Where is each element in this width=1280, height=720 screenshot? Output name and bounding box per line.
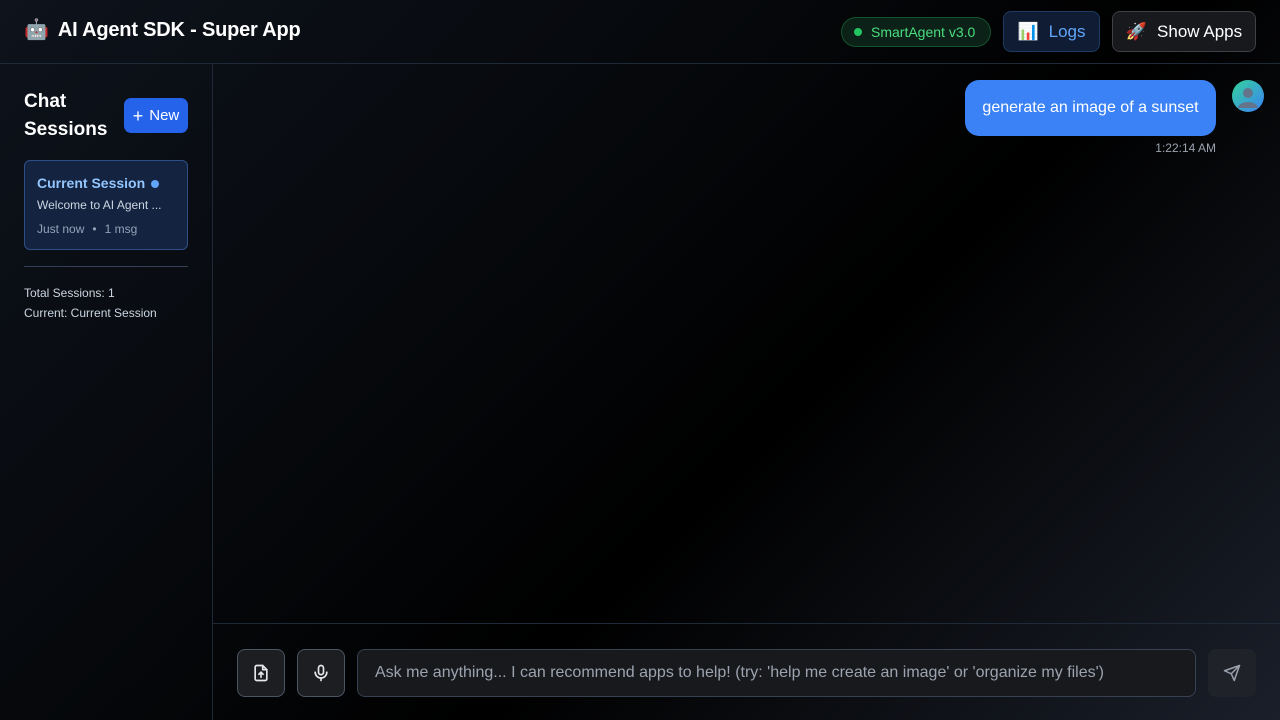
app-title: 🤖 AI Agent SDK - Super App xyxy=(24,18,301,42)
session-name: Current Session xyxy=(37,175,146,191)
voice-input-button[interactable] xyxy=(297,649,345,697)
active-dot-icon xyxy=(151,180,159,188)
session-message-count: 1 msg xyxy=(104,222,138,236)
show-apps-button[interactable]: 🚀 Show Apps xyxy=(1112,11,1256,52)
message-timestamp: 1:22:14 AM xyxy=(1155,141,1216,155)
status-dot-icon xyxy=(854,28,862,36)
file-upload-icon xyxy=(254,664,268,682)
meta-separator: • xyxy=(92,222,97,236)
message-input[interactable] xyxy=(357,649,1196,697)
current-session-stat: Current: Current Session xyxy=(24,306,157,320)
status-badge-label: SmartAgent v3.0 xyxy=(871,24,976,40)
user-avatar xyxy=(1232,80,1264,112)
new-session-label: New xyxy=(149,107,180,124)
logs-button[interactable]: 📊 Logs xyxy=(1003,11,1100,52)
user-message-bubble: generate an image of a sunset xyxy=(965,80,1216,136)
new-session-button[interactable]: + New xyxy=(124,98,188,133)
sidebar-divider xyxy=(24,266,188,267)
upload-file-button[interactable] xyxy=(237,649,285,697)
session-preview: Welcome to AI Agent ... xyxy=(37,198,162,212)
microphone-icon xyxy=(314,664,328,682)
bar-chart-icon: 📊 xyxy=(1017,21,1039,41)
sidebar-title: Chat Sessions xyxy=(24,91,108,140)
chat-area: generate an image of a sunset 1:22:14 AM xyxy=(213,64,1280,624)
session-item[interactable]: Current Session Welcome to AI Agent ... … xyxy=(24,160,188,250)
logs-button-label: Logs xyxy=(1048,21,1086,41)
send-button[interactable] xyxy=(1208,649,1256,697)
robot-icon: 🤖 xyxy=(24,19,49,41)
message-composer xyxy=(213,623,1280,720)
app-header: 🤖 AI Agent SDK - Super App SmartAgent v3… xyxy=(0,0,1280,64)
session-time: Just now xyxy=(37,222,85,236)
user-silhouette-icon xyxy=(1238,88,1258,108)
send-icon xyxy=(1223,664,1241,682)
status-badge: SmartAgent v3.0 xyxy=(841,17,991,47)
plus-icon: + xyxy=(132,105,144,126)
app-title-text: AI Agent SDK - Super App xyxy=(57,18,301,41)
session-meta: Just now • 1 msg xyxy=(37,222,137,236)
sessions-sidebar: Chat Sessions + New Current Session Welc… xyxy=(0,64,213,720)
session-stats: Total Sessions: 1 Current: Current Sessi… xyxy=(24,283,157,323)
total-sessions: Total Sessions: 1 xyxy=(24,286,115,300)
rocket-icon: 🚀 xyxy=(1125,21,1148,41)
show-apps-button-label: Show Apps xyxy=(1157,21,1243,41)
